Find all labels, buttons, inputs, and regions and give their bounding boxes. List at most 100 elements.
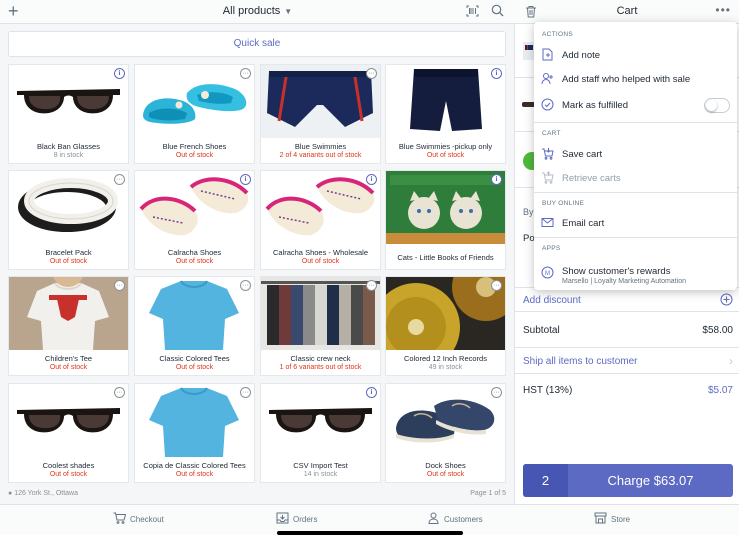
product-image [135,65,254,138]
more-options-icon[interactable]: ··· [114,174,125,185]
cart-title: Cart [616,5,638,17]
show-rewards-item[interactable]: M Show customer's rewards Marsello | Loy… [534,260,737,288]
product-image [386,171,505,244]
product-card[interactable]: ··· Copia de Classic Colored Tees Out of s… [134,383,255,483]
retrieve-carts-item[interactable]: Retrieve carts [534,167,737,189]
more-options-icon[interactable]: ··· [114,387,125,398]
divider [534,192,737,193]
info-icon[interactable]: i [491,68,502,79]
product-card[interactable]: ··· Children's Tee Out of stock [8,276,129,376]
tax-row[interactable]: HST (13%) $5.07 [515,374,739,406]
product-name: Calracha Shoes [167,248,222,257]
product-image [386,384,505,457]
product-card[interactable]: i Calracha Shoes - Wholesale Out of stock [260,170,381,270]
product-card[interactable]: ··· Classic crew neck 1 of 6 variants out … [260,276,381,376]
product-name: Classic crew neck [290,354,351,363]
product-card[interactable]: i Cats - Little Books of Friends [385,170,506,270]
check-circle-icon [541,98,554,111]
product-card[interactable]: ··· Classic Colored Tees Out of stock [134,276,255,376]
product-name: CSV Import Test [293,461,348,470]
product-stock: Out of stock [49,471,88,478]
product-stock: 2 of 4 variants out of stock [279,152,362,159]
save-cart-item[interactable]: Save cart [534,143,737,165]
email-cart-item[interactable]: Email cart [534,212,737,234]
product-image [135,277,254,350]
mark-fulfilled-toggle[interactable] [704,98,730,113]
product-card[interactable]: i CSV Import Test 14 in stock [260,383,381,483]
product-stock: 14 in stock [303,471,338,478]
product-name: Coolest shades [42,461,95,470]
home-indicator [277,531,463,535]
more-options-icon[interactable]: ··· [240,280,251,291]
more-options-icon[interactable]: ··· [240,68,251,79]
product-stock: Out of stock [426,471,465,478]
ship-items-label: Ship all items to customer [523,356,638,367]
info-icon[interactable]: i [366,174,377,185]
product-name: Calracha Shoes - Wholesale [272,248,369,257]
charge-button[interactable]: 2 Charge $63.07 [523,464,733,497]
more-options-icon[interactable]: ··· [240,387,251,398]
subtotal-value: $58.00 [702,325,733,336]
quick-sale-button[interactable]: Quick sale [8,31,506,57]
customer-icon [428,512,439,524]
info-icon[interactable]: i [366,387,377,398]
product-card[interactable]: i Blue Swimmies -pickup only Out of stock [385,64,506,164]
info-icon[interactable]: i [491,174,502,185]
actions-section-header: ACTIONS [542,31,573,38]
product-stock: Out of stock [301,258,340,265]
collection-selector[interactable]: All products ▼ [0,5,515,17]
show-rewards-label: Show customer's rewards [562,266,671,277]
product-card[interactable]: ··· Colored 12 Inch Records 49 in stock [385,276,506,376]
product-image [261,65,380,138]
save-cart-label: Save cart [562,149,603,160]
product-stock: Out of stock [175,364,214,371]
product-stock: Out of stock [49,258,88,265]
product-card[interactable]: ··· Blue Swimmies 2 of 4 variants out of s… [260,64,381,164]
cart-icon [113,512,126,524]
more-options-icon[interactable]: ··· [491,387,502,398]
product-image [9,171,128,244]
retrieve-carts-label: Retrieve carts [562,173,621,184]
product-name: Blue Swimmies [294,142,347,151]
product-name: Black Ban Glasses [37,142,100,151]
product-card[interactable]: ··· Dock Shoes Out of stock [385,383,506,483]
subtotal-row: Subtotal $58.00 [515,312,739,348]
add-discount-row[interactable]: Add discount [515,288,739,312]
ship-items-row[interactable]: Ship all items to customer › [515,348,739,374]
collection-title: All products [222,5,281,17]
cart-section-header: CART [542,130,561,137]
product-card[interactable]: ··· Coolest shades Out of stock [8,383,129,483]
product-card[interactable]: i Calracha Shoes Out of stock [134,170,255,270]
apps-section-header: APPS [542,245,561,252]
product-image [386,277,505,350]
more-options-icon[interactable]: ··· [491,280,502,291]
product-name: Blue Swimmies -pickup only [398,142,493,151]
charge-label: Charge $63.07 [607,473,694,488]
store-icon [594,512,607,524]
more-options-icon[interactable]: ··· [366,68,377,79]
tax-value: $5.07 [707,385,733,396]
more-options-icon[interactable]: ··· [366,280,377,291]
product-name: Copia de Classic Colored Tees [143,461,246,470]
product-card[interactable]: i Black Ban Glasses 8 in stock [8,64,129,164]
info-icon[interactable]: i [240,174,251,185]
more-options-icon[interactable]: ••• [715,3,731,17]
more-options-icon[interactable]: ··· [114,280,125,291]
location-text: 126 York St., Ottawa [14,490,79,497]
save-cart-icon [542,148,554,160]
mark-fulfilled-item[interactable]: Mark as fulfilled [534,94,737,116]
product-name: Children's Tee [44,354,93,363]
tab-orders-label: Orders [293,515,318,524]
product-stock: Out of stock [175,471,214,478]
barcode-scanner-icon[interactable] [466,5,479,17]
cart-header: Cart ••• [515,0,739,24]
add-circle-icon [720,293,733,306]
product-name: Classic Colored Tees [159,354,230,363]
search-icon[interactable] [491,4,504,17]
product-card[interactable]: ··· Blue French Shoes Out of stock [134,64,255,164]
add-note-item[interactable]: Add note [534,44,737,66]
product-image [261,171,380,244]
product-card[interactable]: ··· Bracelet Pack Out of stock [8,170,129,270]
info-icon[interactable]: i [114,68,125,79]
add-staff-item[interactable]: Add staff who helped with sale [534,68,737,90]
